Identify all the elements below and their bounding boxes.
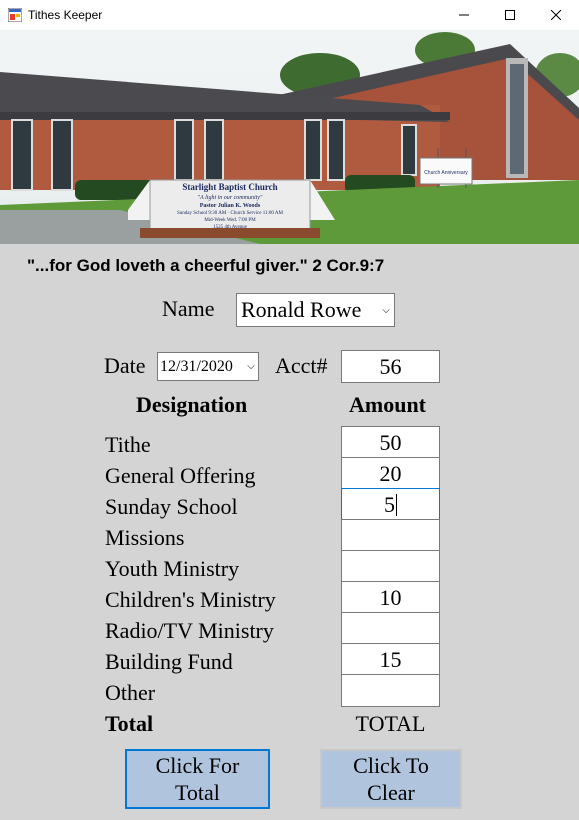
minimize-icon <box>459 14 469 16</box>
total-label: Total <box>105 711 154 736</box>
sign-tagline: "A light in our community" <box>198 195 263 201</box>
maximize-button[interactable] <box>487 0 533 30</box>
clear-button-line2: Clear <box>367 780 415 805</box>
verse-text: "...for God loveth a cheerful giver." 2 … <box>27 256 385 275</box>
name-label: Name <box>162 296 215 321</box>
amount-header: Amount <box>349 392 427 417</box>
row-label-radio-tv-ministry: Radio/TV Ministry <box>105 618 274 643</box>
amount-input-general-offering[interactable]: 20 <box>341 457 440 490</box>
total-button-line2: Total <box>175 780 220 805</box>
amount-input-tithe[interactable]: 50 <box>341 426 440 459</box>
chevron-down-icon: ⌵ <box>382 304 390 316</box>
minimize-button[interactable] <box>441 0 487 30</box>
name-dropdown[interactable]: Ronald Rowe ⌵ <box>236 293 395 327</box>
title-bar: Tithes Keeper <box>0 0 579 30</box>
acct-label: Acct# <box>275 353 328 378</box>
amount-value-sunday-school: 5 <box>384 492 395 517</box>
clear-button-line1: Click To <box>353 753 429 778</box>
sign-line2: Mid-Week Wed. 7:00 PM <box>204 218 256 223</box>
calculate-total-button[interactable]: Click For Total <box>125 749 270 809</box>
row-label-tithe: Tithe <box>105 432 151 457</box>
close-icon <box>551 10 561 20</box>
close-button[interactable] <box>533 0 579 30</box>
church-photo: Starlight Baptist Church "A light in our… <box>0 30 579 244</box>
sign-name: Starlight Baptist Church <box>182 182 277 192</box>
amount-input-sunday-school[interactable]: 5 <box>341 488 440 521</box>
clear-button[interactable]: Click To Clear <box>320 749 462 809</box>
sign-address: 1525 4th Avenue <box>213 225 248 230</box>
amount-input-youth-ministry[interactable] <box>341 550 440 583</box>
acct-input[interactable]: 56 <box>341 350 440 383</box>
sign-line1: Sunday School 9:30 AM · Church Service 1… <box>177 211 283 216</box>
sign-pastor: Pastor Julian K. Woods <box>200 203 261 209</box>
row-label-sunday-school: Sunday School <box>105 494 238 519</box>
total-value: TOTAL <box>355 711 426 736</box>
date-label: Date <box>104 353 146 378</box>
amount-input-other[interactable] <box>341 674 440 707</box>
text-caret <box>396 494 397 516</box>
date-picker[interactable]: 12/31/2020 ⌵ <box>157 352 259 381</box>
designation-header: Designation <box>136 392 248 417</box>
row-label-childrens-ministry: Children's Ministry <box>105 587 276 612</box>
banner-text: Church Anniversary <box>424 170 468 176</box>
amount-input-missions[interactable] <box>341 519 440 552</box>
app-icon <box>8 8 22 22</box>
row-label-other: Other <box>105 680 156 705</box>
total-button-line1: Click For <box>155 753 240 778</box>
amount-input-childrens-ministry[interactable]: 10 <box>341 581 440 614</box>
row-label-general-offering: General Offering <box>105 463 256 488</box>
amount-input-building-fund[interactable]: 15 <box>341 643 440 676</box>
amount-input-radio-tv-ministry[interactable] <box>341 612 440 645</box>
window-title: Tithes Keeper <box>28 8 103 22</box>
date-value: 12/31/2020 <box>160 357 233 375</box>
row-label-youth-ministry: Youth Ministry <box>105 556 240 581</box>
chevron-down-icon: ⌵ <box>247 361 255 372</box>
name-value: Ronald Rowe <box>241 297 362 322</box>
row-label-building-fund: Building Fund <box>105 649 233 674</box>
row-label-missions: Missions <box>105 525 185 550</box>
maximize-icon <box>505 10 515 20</box>
